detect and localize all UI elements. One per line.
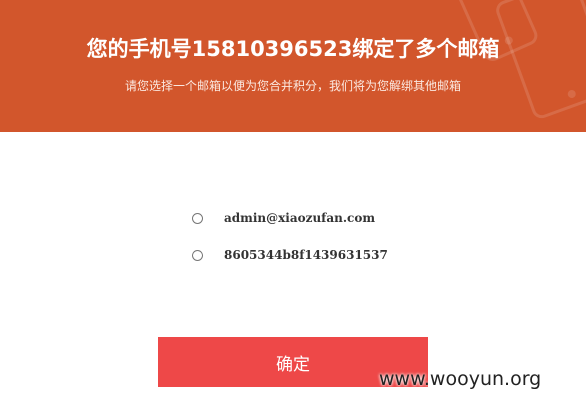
email-option-2-radio[interactable] [192, 249, 203, 261]
page-header: 您的手机号15810396523绑定了多个邮箱 请您选择一个邮箱以便为您合并积分… [0, 0, 586, 132]
email-option-2-label[interactable]: 8605344b8f1439631537 [224, 248, 388, 262]
page-subtitle: 请您选择一个邮箱以便为您合并积分，我们将为您解绑其他邮箱 [124, 79, 461, 93]
email-option-1[interactable]: admin@xiaozufan.com [192, 211, 375, 225]
watermark: www.wooyun.org [379, 368, 542, 390]
email-option-2[interactable]: 8605344b8f1439631537 [192, 248, 388, 262]
page-title: 您的手机号15810396523绑定了多个邮箱 [86, 37, 500, 61]
email-option-1-label[interactable]: admin@xiaozufan.com [224, 211, 375, 225]
email-option-1-radio[interactable] [192, 212, 203, 224]
